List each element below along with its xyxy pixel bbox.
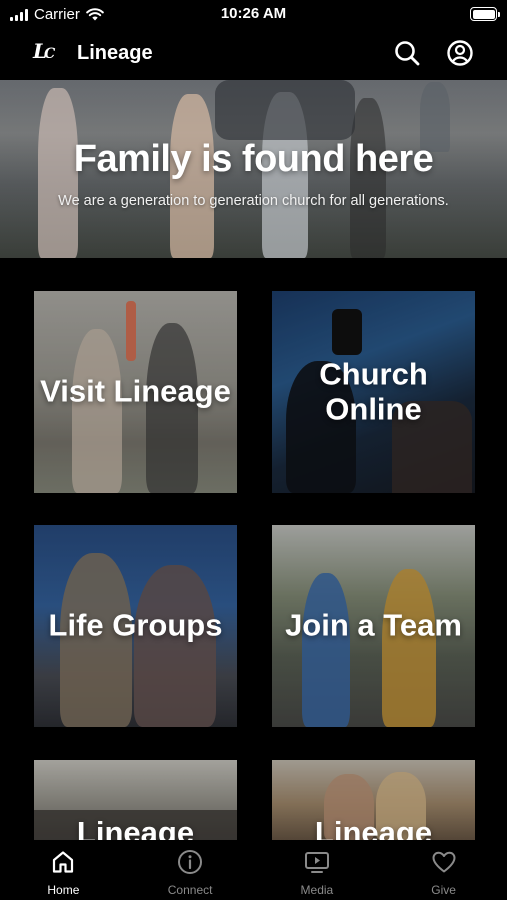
status-time: 10:26 AM — [220, 5, 287, 22]
tab-give[interactable]: Give — [380, 840, 507, 900]
tile-label: Visit Lineage — [40, 373, 231, 409]
hero-banner[interactable]: Family is found here We are a generation… — [0, 80, 507, 258]
tile-lineage-2[interactable]: Lineage — [272, 760, 475, 840]
tab-label: Connect — [167, 883, 213, 897]
tile-label: Life Groups — [48, 607, 223, 643]
tab-label: Home — [47, 883, 80, 897]
tile-church-online[interactable]: Church Online — [272, 291, 475, 493]
hero-title: Family is found here — [73, 138, 434, 180]
search-icon — [395, 41, 420, 66]
tile-join-a-team[interactable]: Join a Team — [272, 525, 475, 727]
tile-label: Church Online — [319, 356, 428, 426]
tab-bar: Home Connect Media Give — [0, 840, 507, 900]
app-header: LC Lineage — [0, 30, 507, 80]
home-icon — [53, 851, 74, 873]
profile-button[interactable] — [445, 38, 475, 68]
profile-icon — [447, 40, 473, 66]
tile-label: Lineage — [76, 815, 195, 840]
tab-connect[interactable]: Connect — [127, 840, 254, 900]
tile-label: Lineage — [314, 815, 433, 840]
church-logo: LC — [33, 39, 55, 63]
status-bar: Carrier 10:26 AM — [0, 0, 507, 30]
tile-lineage-1[interactable]: Lineage — [34, 760, 237, 840]
tab-label: Media — [300, 883, 334, 897]
heart-icon — [432, 851, 456, 873]
tv-play-icon — [304, 852, 329, 873]
tab-home[interactable]: Home — [0, 840, 127, 900]
search-button[interactable] — [392, 38, 422, 68]
tile-visit-lineage[interactable]: Visit Lineage — [34, 291, 237, 493]
tab-media[interactable]: Media — [254, 840, 381, 900]
tile-life-groups[interactable]: Life Groups — [34, 525, 237, 727]
tab-label: Give — [431, 883, 456, 897]
battery-icon — [470, 7, 500, 21]
tile-label: Join a Team — [285, 607, 462, 643]
info-icon — [178, 850, 203, 874]
hero-subtitle: We are a generation to generation church… — [58, 193, 449, 209]
app-title: Lineage — [77, 42, 153, 64]
